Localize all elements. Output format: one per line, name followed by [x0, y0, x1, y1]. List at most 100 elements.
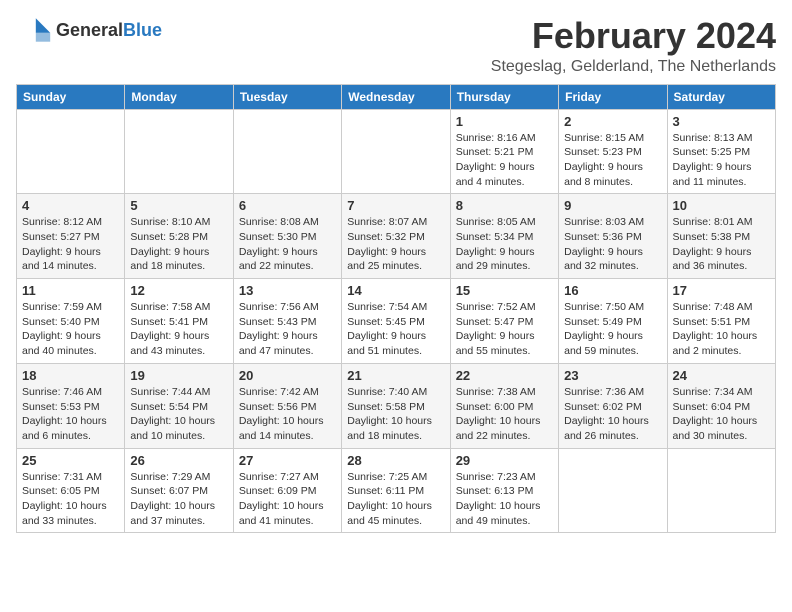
calendar-cell: 24Sunrise: 7:34 AM Sunset: 6:04 PM Dayli…	[667, 363, 775, 448]
day-number: 20	[239, 368, 336, 383]
calendar-cell: 1Sunrise: 8:16 AM Sunset: 5:21 PM Daylig…	[450, 109, 558, 194]
calendar-cell: 12Sunrise: 7:58 AM Sunset: 5:41 PM Dayli…	[125, 279, 233, 364]
day-info: Sunrise: 7:52 AM Sunset: 5:47 PM Dayligh…	[456, 300, 553, 359]
calendar-cell: 27Sunrise: 7:27 AM Sunset: 6:09 PM Dayli…	[233, 448, 341, 533]
day-number: 21	[347, 368, 444, 383]
day-info: Sunrise: 7:29 AM Sunset: 6:07 PM Dayligh…	[130, 470, 227, 529]
calendar-week-row: 1Sunrise: 8:16 AM Sunset: 5:21 PM Daylig…	[17, 109, 776, 194]
day-number: 22	[456, 368, 553, 383]
day-number: 15	[456, 283, 553, 298]
calendar-cell: 15 Sunrise: 7:52 AM Sunset: 5:47 PM Dayli…	[450, 279, 558, 364]
day-info: Sunrise: 7:42 AM Sunset: 5:56 PM Dayligh…	[239, 385, 336, 444]
day-info: Sunrise: 8:16 AM Sunset: 5:21 PM Dayligh…	[456, 131, 553, 190]
calendar-cell	[559, 448, 667, 533]
day-info: Sunrise: 7:48 AM Sunset: 5:51 PM Dayligh…	[673, 300, 770, 359]
day-info: Sunrise: 8:08 AM Sunset: 5:30 PM Dayligh…	[239, 215, 336, 274]
calendar-cell: 13 Sunrise: 7:56 AM Sunset: 5:43 PM Dayli…	[233, 279, 341, 364]
calendar-cell: 23Sunrise: 7:36 AM Sunset: 6:02 PM Dayli…	[559, 363, 667, 448]
day-info: Sunrise: 8:12 AM Sunset: 5:27 PM Dayligh…	[22, 215, 119, 274]
weekday-header-thursday: Thursday	[450, 84, 558, 109]
calendar-cell	[233, 109, 341, 194]
weekday-header-tuesday: Tuesday	[233, 84, 341, 109]
calendar-cell: 8 Sunrise: 8:05 AM Sunset: 5:34 PM Daylig…	[450, 194, 558, 279]
day-number: 14	[347, 283, 444, 298]
calendar-cell: 10 Sunrise: 8:01 AM Sunset: 5:38 PM Dayli…	[667, 194, 775, 279]
calendar-cell: 17 Sunrise: 7:48 AM Sunset: 5:51 PM Dayli…	[667, 279, 775, 364]
calendar-cell: 29 Sunrise: 7:23 AM Sunset: 6:13 PM Dayli…	[450, 448, 558, 533]
day-number: 13	[239, 283, 336, 298]
calendar-cell: 11 Sunrise: 7:59 AM Sunset: 5:40 PM Dayli…	[17, 279, 125, 364]
day-info: Sunrise: 7:40 AM Sunset: 5:58 PM Dayligh…	[347, 385, 444, 444]
day-info: Sunrise: 7:31 AM Sunset: 6:05 PM Dayligh…	[22, 470, 119, 529]
day-info: Sunrise: 7:59 AM Sunset: 5:40 PM Dayligh…	[22, 300, 119, 359]
day-number: 4	[22, 198, 119, 213]
weekday-header-saturday: Saturday	[667, 84, 775, 109]
weekday-header-friday: Friday	[559, 84, 667, 109]
day-number: 25	[22, 453, 119, 468]
calendar-cell: 22 Sunrise: 7:38 AM Sunset: 6:00 PM Dayli…	[450, 363, 558, 448]
day-number: 11	[22, 283, 119, 298]
day-info: Sunrise: 8:10 AM Sunset: 5:28 PM Dayligh…	[130, 215, 227, 274]
weekday-header-monday: Monday	[125, 84, 233, 109]
calendar-cell: 6 Sunrise: 8:08 AM Sunset: 5:30 PM Daylig…	[233, 194, 341, 279]
day-info: Sunrise: 7:56 AM Sunset: 5:43 PM Dayligh…	[239, 300, 336, 359]
calendar-cell: 2Sunrise: 8:15 AM Sunset: 5:23 PM Daylig…	[559, 109, 667, 194]
day-info: Sunrise: 8:15 AM Sunset: 5:23 PM Dayligh…	[564, 131, 661, 190]
day-number: 6	[239, 198, 336, 213]
logo-blue: Blue	[123, 20, 162, 41]
calendar-cell	[667, 448, 775, 533]
day-info: Sunrise: 7:23 AM Sunset: 6:13 PM Dayligh…	[456, 470, 553, 529]
day-number: 16	[564, 283, 661, 298]
weekday-header-sunday: Sunday	[17, 84, 125, 109]
day-number: 8	[456, 198, 553, 213]
calendar-cell: 9 Sunrise: 8:03 AM Sunset: 5:36 PM Daylig…	[559, 194, 667, 279]
calendar-cell: 16Sunrise: 7:50 AM Sunset: 5:49 PM Dayli…	[559, 279, 667, 364]
logo-icon	[16, 16, 52, 44]
calendar-cell: 25 Sunrise: 7:31 AM Sunset: 6:05 PM Dayli…	[17, 448, 125, 533]
day-number: 19	[130, 368, 227, 383]
day-info: Sunrise: 8:05 AM Sunset: 5:34 PM Dayligh…	[456, 215, 553, 274]
day-number: 26	[130, 453, 227, 468]
day-number: 29	[456, 453, 553, 468]
day-number: 17	[673, 283, 770, 298]
weekday-header-wednesday: Wednesday	[342, 84, 450, 109]
calendar-week-row: 11 Sunrise: 7:59 AM Sunset: 5:40 PM Dayli…	[17, 279, 776, 364]
day-info: Sunrise: 7:25 AM Sunset: 6:11 PM Dayligh…	[347, 470, 444, 529]
calendar-cell: 14Sunrise: 7:54 AM Sunset: 5:45 PM Dayli…	[342, 279, 450, 364]
title-area: February 2024 Stegeslag, Gelderland, The…	[491, 16, 776, 76]
day-number: 10	[673, 198, 770, 213]
calendar-cell: 5 Sunrise: 8:10 AM Sunset: 5:28 PM Daylig…	[125, 194, 233, 279]
calendar-table: SundayMondayTuesdayWednesdayThursdayFrid…	[16, 84, 776, 534]
day-number: 9	[564, 198, 661, 213]
day-info: Sunrise: 8:07 AM Sunset: 5:32 PM Dayligh…	[347, 215, 444, 274]
day-info: Sunrise: 7:44 AM Sunset: 5:54 PM Dayligh…	[130, 385, 227, 444]
weekday-header-row: SundayMondayTuesdayWednesdayThursdayFrid…	[17, 84, 776, 109]
calendar-cell: 28 Sunrise: 7:25 AM Sunset: 6:11 PM Dayli…	[342, 448, 450, 533]
calendar-cell: 4 Sunrise: 8:12 AM Sunset: 5:27 PM Daylig…	[17, 194, 125, 279]
calendar-week-row: 25 Sunrise: 7:31 AM Sunset: 6:05 PM Dayli…	[17, 448, 776, 533]
page-header: General Blue February 2024 Stegeslag, Ge…	[16, 16, 776, 76]
calendar-cell: 3Sunrise: 8:13 AM Sunset: 5:25 PM Daylig…	[667, 109, 775, 194]
day-info: Sunrise: 7:36 AM Sunset: 6:02 PM Dayligh…	[564, 385, 661, 444]
calendar-week-row: 18Sunrise: 7:46 AM Sunset: 5:53 PM Dayli…	[17, 363, 776, 448]
month-title: February 2024	[491, 16, 776, 56]
calendar-week-row: 4 Sunrise: 8:12 AM Sunset: 5:27 PM Daylig…	[17, 194, 776, 279]
day-info: Sunrise: 7:38 AM Sunset: 6:00 PM Dayligh…	[456, 385, 553, 444]
calendar-cell	[17, 109, 125, 194]
day-number: 12	[130, 283, 227, 298]
day-number: 28	[347, 453, 444, 468]
logo-general: General	[56, 20, 123, 41]
calendar-cell: 21 Sunrise: 7:40 AM Sunset: 5:58 PM Dayli…	[342, 363, 450, 448]
day-number: 3	[673, 114, 770, 129]
day-number: 24	[673, 368, 770, 383]
location-title: Stegeslag, Gelderland, The Netherlands	[491, 58, 776, 76]
day-number: 7	[347, 198, 444, 213]
calendar-cell: 18Sunrise: 7:46 AM Sunset: 5:53 PM Dayli…	[17, 363, 125, 448]
day-number: 27	[239, 453, 336, 468]
calendar-cell: 26 Sunrise: 7:29 AM Sunset: 6:07 PM Dayli…	[125, 448, 233, 533]
day-info: Sunrise: 8:03 AM Sunset: 5:36 PM Dayligh…	[564, 215, 661, 274]
day-info: Sunrise: 8:01 AM Sunset: 5:38 PM Dayligh…	[673, 215, 770, 274]
logo: General Blue	[16, 16, 162, 44]
day-number: 5	[130, 198, 227, 213]
calendar-cell: 7 Sunrise: 8:07 AM Sunset: 5:32 PM Daylig…	[342, 194, 450, 279]
